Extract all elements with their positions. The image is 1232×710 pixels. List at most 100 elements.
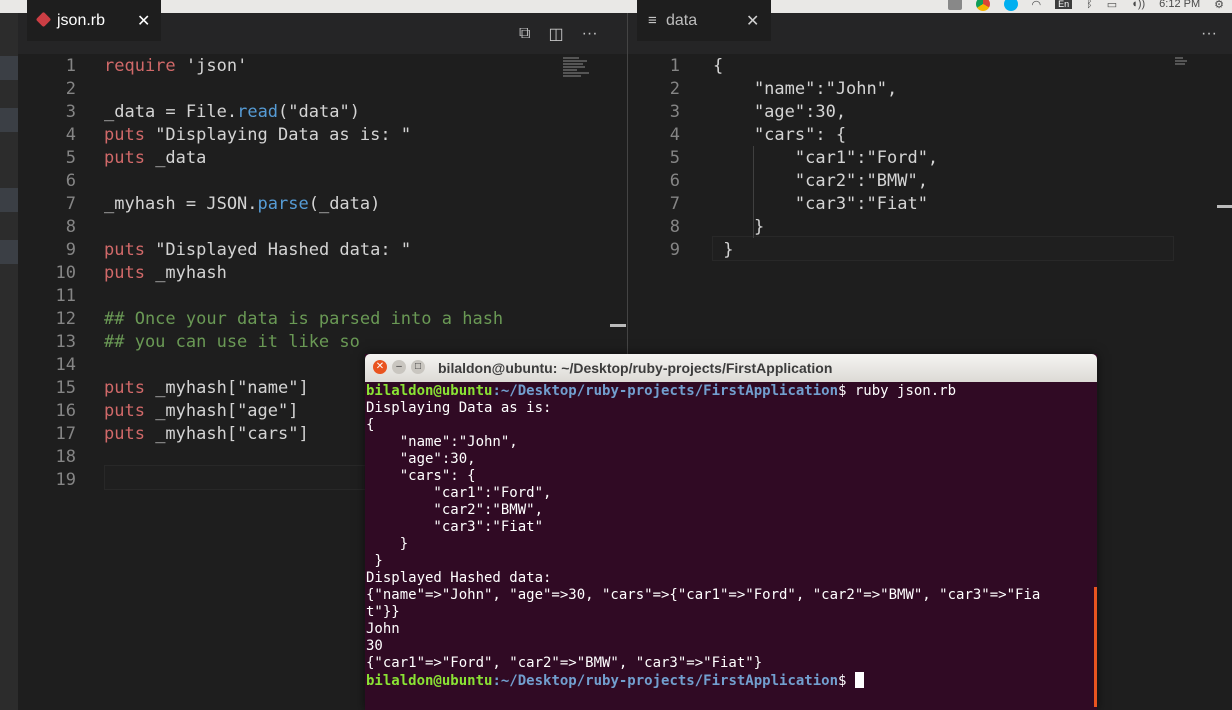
right-editor-actions: ··· [1201, 13, 1217, 54]
code-text: _data = File.read("data") [104, 101, 360, 124]
terminal-scrollbar[interactable] [1094, 587, 1097, 707]
chrome-icon[interactable] [975, 0, 990, 11]
code-token: puts [104, 263, 156, 283]
line-number: 13 [55, 332, 76, 352]
code-text: ## you can use it like so [104, 331, 360, 354]
minimize-window-icon[interactable]: – [392, 360, 406, 374]
text-file-icon: ≡ [648, 12, 657, 29]
terminal-line: "car1":"Ford", [366, 485, 552, 501]
more-actions-icon[interactable]: ··· [582, 25, 598, 43]
code-token: _myhash [155, 263, 227, 283]
launcher-item[interactable] [0, 108, 18, 132]
code-text: puts _myhash["name"] [104, 377, 309, 400]
line-number: 15 [55, 378, 76, 398]
line-number: 2 [669, 79, 680, 99]
terminal-window[interactable]: ✕ – □ bilaldon@ubuntu: ~/Desktop/ruby-pr… [365, 354, 1097, 710]
code-token: _myhash["cars"] [155, 424, 309, 444]
launcher-item[interactable] [0, 188, 18, 212]
launcher-item[interactable] [0, 240, 18, 264]
close-window-icon[interactable]: ✕ [373, 360, 387, 374]
launcher-item[interactable] [0, 56, 18, 80]
prompt-path: :~/Desktop/ruby-projects/FirstApplicatio… [492, 673, 839, 689]
terminal-line: "car2":"BMW", [366, 502, 544, 518]
code-token: puts [104, 401, 156, 421]
code-token: read [237, 102, 279, 122]
code-token: puts [104, 125, 156, 145]
code-text: ## Once your data is parsed into a hash [104, 308, 503, 331]
line-number: 5 [65, 148, 76, 168]
prompt-user: bilaldon@ubuntu [366, 383, 493, 399]
terminal-line: 30 [366, 638, 383, 654]
gear-icon[interactable]: ⚙ [1214, 0, 1224, 11]
code-token: 'json' [185, 56, 248, 76]
line-number: 7 [65, 194, 76, 214]
line-number: 10 [55, 263, 76, 283]
terminal-title-bar[interactable]: ✕ – □ bilaldon@ubuntu: ~/Desktop/ruby-pr… [365, 354, 1097, 382]
code-token: puts [104, 240, 156, 260]
split-editor-icon[interactable]: ◫ [548, 24, 563, 44]
more-actions-icon[interactable]: ··· [1201, 25, 1217, 43]
code-token: puts [104, 424, 156, 444]
prompt-user: bilaldon@ubuntu [366, 673, 493, 689]
code-token: _myhash["name"] [155, 378, 309, 398]
code-text: "age":30, [713, 102, 847, 122]
line-number: 9 [669, 240, 680, 260]
prompt-path: :~/Desktop/ruby-projects/FirstApplicatio… [492, 383, 839, 399]
code-token: (_data) [308, 194, 381, 214]
code-token: parse [257, 194, 309, 214]
terminal-output[interactable]: bilaldon@ubuntu:~/Desktop/ruby-projects/… [366, 383, 1088, 689]
line-number: 5 [669, 148, 680, 168]
line-number: 1 [669, 56, 680, 76]
tab-data[interactable]: ≡ data ✕ [637, 0, 771, 41]
right-minimap[interactable] [1175, 56, 1189, 92]
close-icon[interactable]: ✕ [137, 11, 150, 31]
open-preview-icon[interactable]: ⧉ [519, 25, 530, 43]
code-token: puts [104, 378, 156, 398]
terminal-line: Displaying Data as is: [366, 400, 552, 416]
code-text: puts _myhash["age"] [104, 400, 298, 423]
code-text: "car2":"BMW", [713, 171, 928, 191]
left-minimap[interactable] [563, 56, 593, 92]
terminal-line: "age":30, [366, 451, 476, 467]
terminal-line: John [366, 621, 400, 637]
terminal-title: bilaldon@ubuntu: ~/Desktop/ruby-projects… [438, 360, 833, 376]
maximize-window-icon[interactable]: □ [411, 360, 425, 374]
clock[interactable]: 6:12 PM [1159, 0, 1200, 10]
code-text: "car1":"Ford", [713, 148, 939, 168]
line-number: 1 [65, 56, 76, 76]
line-number: 6 [65, 171, 76, 191]
keyboard-layout-indicator[interactable]: En [1055, 0, 1073, 9]
code-text: require 'json' [104, 55, 247, 78]
terminal-line: { [366, 417, 375, 433]
close-icon[interactable]: ✕ [746, 11, 759, 31]
line-number: 8 [65, 217, 76, 237]
line-number: 4 [65, 125, 76, 145]
line-number: 18 [55, 447, 76, 467]
code-token: puts [104, 148, 156, 168]
code-text: puts "Displayed Hashed data: " [104, 239, 411, 262]
line-number: 12 [55, 309, 76, 329]
line-number: 3 [669, 102, 680, 122]
system-panel: ◠ En ᛒ ▭ ◖)) 6:12 PM ⚙ [0, 0, 1232, 13]
line-number: 2 [65, 79, 76, 99]
prompt-symbol: $ [838, 383, 855, 399]
right-scrollbar-thumb[interactable] [1217, 205, 1232, 208]
battery-icon[interactable]: ▭ [1107, 0, 1117, 11]
current-line-highlight [712, 236, 1174, 261]
skype-icon[interactable] [1003, 0, 1018, 11]
gamepad-icon[interactable] [947, 0, 962, 10]
line-number: 19 [55, 470, 76, 490]
line-number: 4 [669, 125, 680, 145]
code-token: . [226, 102, 238, 122]
code-text: } [713, 240, 734, 260]
tab-json-rb[interactable]: json.rb ✕ [27, 0, 161, 41]
code-token: require [104, 56, 186, 76]
line-number: 14 [55, 355, 76, 375]
wifi-icon[interactable]: ◠ [1032, 0, 1042, 11]
code-text: puts _myhash["cars"] [104, 423, 309, 446]
code-token: ## you can use it like so [104, 332, 360, 352]
code-text: "cars": { [713, 125, 847, 145]
left-scrollbar-thumb[interactable] [610, 324, 626, 327]
bluetooth-icon[interactable]: ᛒ [1086, 0, 1093, 10]
volume-icon[interactable]: ◖)) [1131, 0, 1145, 10]
